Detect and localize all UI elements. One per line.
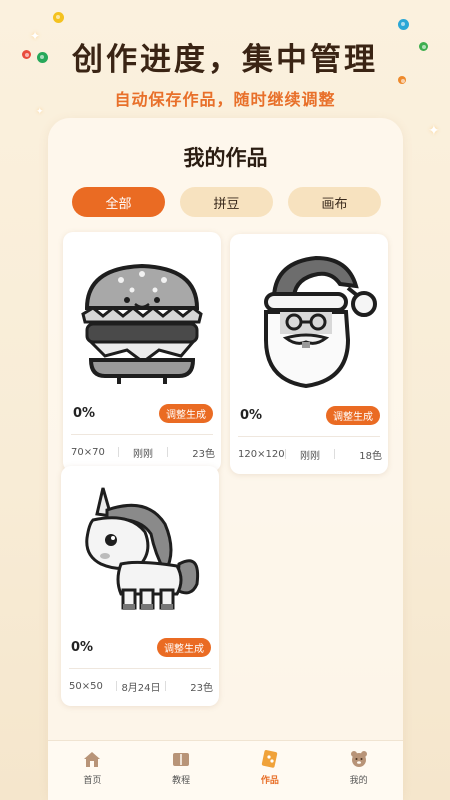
color-count: 23色 xyxy=(190,682,213,694)
nav-label: 我的 xyxy=(349,776,368,786)
work-card-hamburger[interactable]: 0% 调整生成 70×70 刚刚 23色 xyxy=(63,232,221,472)
house-icon xyxy=(84,752,101,767)
book-icon xyxy=(173,753,190,766)
decor-bead-blue xyxy=(398,19,409,30)
tab-all[interactable]: 全部 xyxy=(72,187,165,217)
nav-label: 作品 xyxy=(260,776,279,786)
hero-subtitle: 自动保存作品，随时继续调整 xyxy=(114,90,336,109)
divider xyxy=(69,668,211,669)
panel-title: 我的作品 xyxy=(183,146,268,170)
nav-label: 首页 xyxy=(83,776,102,786)
unicorn-pattern-image xyxy=(85,487,200,610)
tab-canvas[interactable]: 画布 xyxy=(288,187,381,217)
adjust-generate-button[interactable]: 调整生成 xyxy=(159,404,213,423)
bottom-nav: 首页 教程 作品 我的 xyxy=(48,740,403,800)
nav-label: 教程 xyxy=(172,776,191,786)
progress-text: 0% xyxy=(73,406,96,421)
divider xyxy=(238,436,380,437)
work-meta: 70×70 刚刚 23色 xyxy=(71,444,215,460)
updated-time: 刚刚 xyxy=(132,448,153,460)
nav-home[interactable]: 首页 xyxy=(62,749,122,786)
divider xyxy=(71,434,213,435)
sparkle-icon: ✦ xyxy=(428,123,440,139)
nav-works[interactable]: 作品 xyxy=(240,749,300,786)
hero-title: 创作进度，集中管理 xyxy=(72,42,378,78)
work-meta: 50×50 8月24日 23色 xyxy=(69,678,213,694)
hamburger-pattern-image xyxy=(81,263,203,384)
color-count: 18色 xyxy=(359,450,382,462)
tab-beads[interactable]: 拼豆 xyxy=(180,187,273,217)
decor-bead-yellow xyxy=(53,12,64,23)
work-meta: 120×120 刚刚 18色 xyxy=(238,446,382,462)
progress-text: 0% xyxy=(240,408,263,423)
nav-mine[interactable]: 我的 xyxy=(329,749,389,786)
progress-text: 0% xyxy=(71,640,94,655)
adjust-generate-button[interactable]: 调整生成 xyxy=(157,638,211,657)
palette-icon xyxy=(261,750,278,768)
work-card-unicorn[interactable]: 0% 调整生成 50×50 8月24日 23色 xyxy=(61,466,219,706)
nav-tutorial[interactable]: 教程 xyxy=(151,749,211,786)
bear-face-icon xyxy=(350,751,367,767)
updated-time: 8月24日 xyxy=(121,682,161,694)
santa-pattern-image xyxy=(264,255,377,389)
adjust-generate-button[interactable]: 调整生成 xyxy=(326,406,380,425)
updated-time: 刚刚 xyxy=(299,450,320,462)
work-card-santa[interactable]: 0% 调整生成 120×120 刚刚 18色 xyxy=(230,234,388,474)
pattern-size: 120×120 xyxy=(238,448,285,460)
pattern-size: 70×70 xyxy=(71,446,105,458)
pattern-size: 50×50 xyxy=(69,680,103,692)
color-count: 23色 xyxy=(192,448,215,460)
